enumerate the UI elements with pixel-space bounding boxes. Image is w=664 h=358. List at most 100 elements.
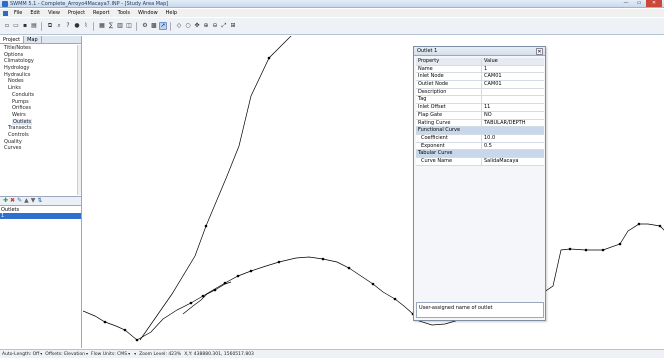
property-value[interactable]: CAM01 <box>482 81 544 88</box>
junction-node[interactable] <box>236 274 240 278</box>
measure-icon[interactable]: ⊞ <box>229 22 237 30</box>
tab-map[interactable]: Map <box>24 36 42 43</box>
junction-node[interactable] <box>347 266 351 270</box>
select-vertex-icon[interactable]: ◇ <box>175 22 183 30</box>
junction-node[interactable] <box>601 248 605 252</box>
menu-tools[interactable]: Tools <box>114 10 134 16</box>
tree-item[interactable]: Title/Notes <box>0 45 81 52</box>
junction-node[interactable] <box>584 248 588 252</box>
menu-edit[interactable]: Edit <box>26 10 44 16</box>
select-object-icon[interactable]: ➚ <box>159 22 167 30</box>
property-value[interactable]: TABULAR/DEPTH <box>482 120 544 127</box>
tree-item[interactable]: Orifices <box>0 105 81 112</box>
delete-object-icon[interactable]: ✖ <box>10 197 15 205</box>
property-row[interactable]: Exponent 0.5 <box>416 142 544 151</box>
menu-project[interactable]: Project <box>64 10 89 16</box>
tree-item[interactable]: Links <box>0 85 81 92</box>
minimize-button[interactable]: — <box>620 0 632 7</box>
junction-node[interactable] <box>267 56 271 60</box>
tree-item[interactable]: Curves <box>0 145 81 152</box>
map-options-icon[interactable]: ⚙ <box>141 22 149 30</box>
tree-item[interactable]: Transects <box>0 125 81 132</box>
list-item[interactable]: 1 <box>0 213 81 219</box>
chevron-down-icon[interactable]: ▾ <box>40 351 42 356</box>
conduit-main[interactable] <box>83 223 664 341</box>
property-value[interactable]: 0.5 <box>482 143 544 150</box>
property-row[interactable]: Flap Gate NO <box>416 111 544 120</box>
property-row[interactable]: Coefficient 10.0 <box>416 134 544 143</box>
new-file-icon[interactable]: ▫ <box>3 22 11 30</box>
full-extent-icon[interactable]: ⤢ <box>220 22 228 30</box>
junction-node[interactable] <box>321 257 325 261</box>
property-value[interactable] <box>482 89 544 96</box>
pan-icon[interactable]: ✥ <box>193 22 201 30</box>
property-value[interactable]: NO <box>482 112 544 119</box>
tree-item[interactable]: Quality <box>0 139 81 146</box>
property-section-row[interactable]: Tabular Curve <box>416 150 544 158</box>
property-value[interactable]: SalidaMacaya <box>482 158 544 165</box>
conduit-west[interactable] <box>139 36 293 341</box>
junction-node[interactable] <box>189 301 193 305</box>
sort-icon[interactable]: ⇅ <box>37 197 42 205</box>
table-icon[interactable]: ▥ <box>116 22 124 30</box>
statistics-icon[interactable]: ∑ <box>107 22 115 30</box>
property-value[interactable] <box>482 96 544 103</box>
zoom-out-icon[interactable]: ⊖ <box>211 22 219 30</box>
property-row[interactable]: Inlet Node CAM01 <box>416 73 544 82</box>
junction-node[interactable] <box>637 222 641 226</box>
print-icon[interactable]: ▤ <box>30 22 38 30</box>
junction-node[interactable] <box>201 294 205 298</box>
junction-node[interactable] <box>371 282 375 286</box>
chevron-down-icon[interactable]: ▾ <box>134 351 136 356</box>
maximize-button[interactable]: ▭ <box>633 0 645 7</box>
tree-item[interactable]: Hydrology <box>0 65 81 72</box>
map-canvas[interactable] <box>83 36 664 348</box>
tree-item[interactable]: Hydraulics <box>0 72 81 79</box>
close-button[interactable]: ✕ <box>646 0 662 7</box>
menu-help[interactable]: Help <box>162 10 181 16</box>
property-row[interactable]: Rating Curve TABULAR/DEPTH <box>416 119 544 128</box>
property-value[interactable]: 10.0 <box>482 135 544 142</box>
query-icon[interactable]: ? <box>64 22 72 30</box>
status-item[interactable]: Auto-Length: Off▾ <box>2 351 42 357</box>
property-section-row[interactable]: Functional Curve <box>416 127 544 135</box>
move-up-icon[interactable]: ▲ <box>24 197 29 205</box>
chevron-down-icon[interactable]: ▾ <box>86 351 88 356</box>
close-icon[interactable]: ✕ <box>536 48 543 55</box>
save-icon[interactable]: ▪ <box>21 22 29 30</box>
tree-item[interactable]: Climatology <box>0 58 81 65</box>
find-icon[interactable]: ⌕ <box>55 22 63 30</box>
tree-item[interactable]: Nodes <box>0 78 81 85</box>
open-file-icon[interactable]: ▭ <box>12 22 20 30</box>
property-editor-titlebar[interactable]: Outlet 1 ✕ <box>414 47 545 56</box>
select-region-icon[interactable]: ○ <box>184 22 192 30</box>
property-value[interactable]: 11 <box>482 104 544 111</box>
run-icon[interactable]: ● <box>73 22 81 30</box>
property-row[interactable]: Tag <box>416 96 544 105</box>
junction-node[interactable] <box>618 242 622 246</box>
study-area-map[interactable] <box>83 36 664 348</box>
tree-item[interactable]: Controls <box>0 132 81 139</box>
status-item[interactable]: Offsets: Elevation▾ <box>45 351 88 357</box>
junction-node[interactable] <box>277 260 281 264</box>
chevron-down-icon[interactable]: ▾ <box>128 351 130 356</box>
profile-plot-icon[interactable]: ⌇ <box>82 22 90 30</box>
tab-project[interactable]: Project <box>0 36 25 43</box>
menu-report[interactable]: Report <box>89 10 114 16</box>
property-row[interactable]: Name 1 <box>416 65 544 74</box>
junction-node[interactable] <box>135 338 139 342</box>
property-row[interactable]: Inlet Offset 11 <box>416 104 544 112</box>
junction-node[interactable] <box>658 224 662 228</box>
edit-object-icon[interactable]: ✎ <box>17 197 22 205</box>
junction-node[interactable] <box>568 247 572 251</box>
menu-file[interactable]: File <box>10 10 26 16</box>
tree-item[interactable]: Options <box>0 52 81 59</box>
property-value[interactable]: CAM01 <box>482 73 544 80</box>
graph-icon[interactable]: ◫ <box>125 22 133 30</box>
move-down-icon[interactable]: ▼ <box>31 197 36 205</box>
junction-node[interactable] <box>213 288 217 292</box>
junction-node[interactable] <box>103 320 107 324</box>
menu-view[interactable]: View <box>44 10 64 16</box>
menu-window[interactable]: Window <box>134 10 162 16</box>
legend-icon[interactable]: ▩ <box>150 22 158 30</box>
